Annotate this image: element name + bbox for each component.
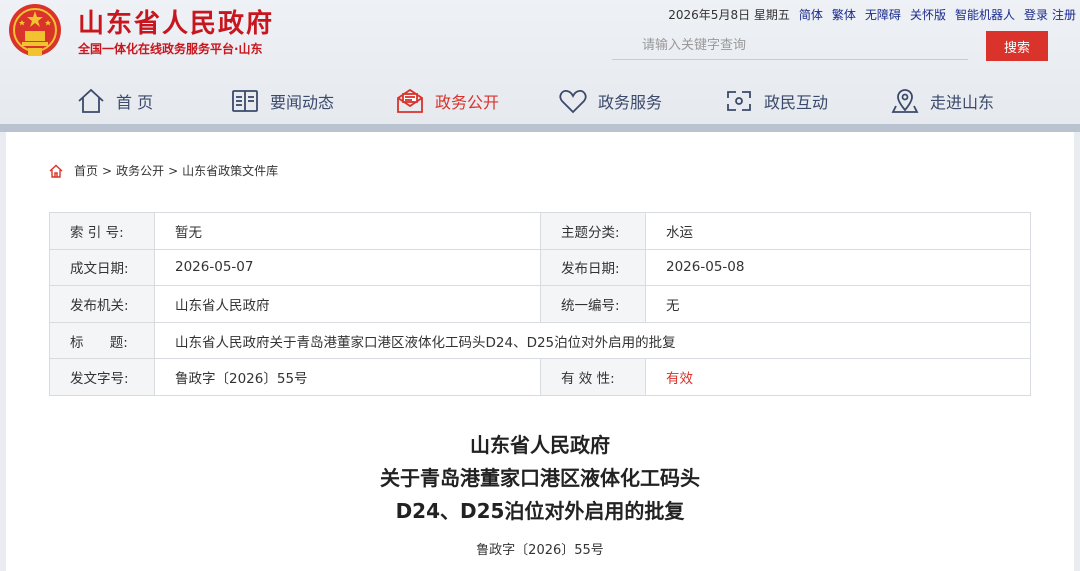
document-title-line: 山东省人民政府: [470, 433, 610, 457]
issuing-org-value: 山东省人民政府: [154, 285, 541, 323]
nav-label-gov-services: 政务服务: [598, 93, 663, 112]
link-traditional[interactable]: 繁体: [832, 6, 856, 23]
published-date-value: 2026-05-08: [645, 248, 1031, 287]
index-value: 暂无: [154, 212, 541, 250]
current-date: 2026年5月8日 星期五: [668, 8, 790, 22]
search-box: [612, 32, 968, 60]
home-icon: [49, 164, 63, 178]
table-row: 成文日期: 2026-05-07 发布日期: 2026-05-08: [49, 248, 1031, 287]
breadcrumb-home[interactable]: 首页: [74, 162, 98, 179]
validity-label: 有 效 性:: [540, 358, 646, 396]
nav-item-shandong[interactable]: 走进山东: [890, 78, 994, 124]
nav-label-news: 要闻动态: [270, 93, 335, 112]
link-accessibility[interactable]: 无障碍: [865, 6, 901, 23]
header-divider: [0, 124, 1080, 132]
doc-number-value: 鲁政字〔2026〕55号: [154, 358, 541, 396]
nav-item-home[interactable]: 首 页: [76, 78, 153, 124]
document-title-line: 关于青岛港董家口港区液体化工码头: [380, 466, 700, 490]
location-icon: [891, 89, 919, 113]
site-header: 山东省人民政府 全国一体化在线政务服务平台·山东 2026年5月8日 星期五 简…: [0, 0, 1080, 126]
nav-label-gov-affairs: 政务公开: [435, 93, 500, 112]
nav-label-shandong: 走进山东: [930, 93, 995, 112]
link-care-version[interactable]: 关怀版: [910, 6, 946, 23]
breadcrumb: 首页 > 政务公开 > 山东省政策文件库: [48, 162, 278, 179]
main-content: 首页 > 政务公开 > 山东省政策文件库 索 引 号: 暂无 主题分类: 水运 …: [6, 132, 1074, 571]
doc-number-label: 发文字号:: [49, 358, 155, 396]
table-row: 索 引 号: 暂无 主题分类: 水运: [49, 212, 1031, 250]
heart-icon: [559, 90, 587, 114]
topic-value: 水运: [645, 212, 1031, 250]
national-emblem-icon: [9, 4, 61, 56]
validity-value: 有效: [645, 358, 1031, 396]
main-nav: 首 页 要闻动态 政务公开 政务服务 政民互动 走进山东: [0, 78, 1080, 124]
document-number: 鲁政字〔2026〕55号: [476, 543, 604, 558]
link-simplified[interactable]: 简体: [799, 6, 823, 23]
title-value: 山东省人民政府关于青岛港董家口港区液体化工码头D24、D25泊位对外启用的批复: [154, 321, 1031, 360]
title-label: 标 题:: [49, 321, 155, 360]
table-row: 发文字号: 鲁政字〔2026〕55号 有 效 性: 有效: [49, 358, 1031, 396]
issuing-org-label: 发布机关:: [49, 285, 155, 323]
unified-code-label: 统一编号:: [540, 285, 646, 323]
site-title[interactable]: 山东省人民政府: [78, 3, 274, 40]
breadcrumb-gov-affairs[interactable]: 政务公开: [116, 162, 164, 179]
created-date-label: 成文日期:: [49, 248, 155, 287]
nav-item-news[interactable]: 要闻动态: [230, 78, 334, 124]
index-label: 索 引 号:: [49, 212, 155, 250]
document-title-line: D24、D25泊位对外启用的批复: [395, 499, 685, 523]
unified-code-value: 无: [645, 285, 1031, 323]
nav-item-interaction[interactable]: 政民互动: [724, 78, 828, 124]
document-meta-table: 索 引 号: 暂无 主题分类: 水运 成文日期: 2026-05-07 发布日期…: [49, 212, 1031, 396]
table-row: 标 题: 山东省人民政府关于青岛港董家口港区液体化工码头D24、D25泊位对外启…: [49, 321, 1031, 360]
login-group: 登录 注册: [1024, 6, 1076, 23]
breadcrumb-policy-library[interactable]: 山东省政策文件库: [182, 162, 278, 179]
interaction-icon: [727, 91, 751, 111]
topic-label: 主题分类:: [540, 212, 646, 250]
top-links: 2026年5月8日 星期五 简体 繁体 无障碍 关怀版 智能机器人 登录 注册: [668, 6, 1076, 23]
nav-item-gov-services[interactable]: 政务服务: [558, 78, 662, 124]
created-date-value: 2026-05-07: [154, 248, 541, 287]
nav-label-home: 首 页: [116, 93, 154, 112]
breadcrumb-separator: >: [102, 163, 113, 178]
search-button[interactable]: 搜索: [986, 31, 1048, 61]
register-link[interactable]: 注册: [1052, 6, 1076, 23]
link-smart-robot[interactable]: 智能机器人: [955, 6, 1015, 23]
published-date-label: 发布日期:: [540, 248, 646, 287]
search-input[interactable]: [612, 32, 968, 59]
document-title: 山东省人民政府 关于青岛港董家口港区液体化工码头 D24、D25泊位对外启用的批…: [6, 429, 1074, 528]
breadcrumb-separator: >: [168, 163, 179, 178]
mail-icon: [397, 88, 423, 113]
login-link[interactable]: 登录: [1024, 6, 1048, 23]
nav-item-gov-affairs[interactable]: 政务公开: [395, 78, 499, 124]
nav-label-interaction: 政民互动: [764, 93, 829, 112]
news-icon: [232, 90, 258, 112]
site-subtitle: 全国一体化在线政务服务平台·山东: [78, 42, 263, 56]
table-row: 发布机关: 山东省人民政府 统一编号: 无: [49, 285, 1031, 323]
home-icon: [78, 88, 104, 113]
